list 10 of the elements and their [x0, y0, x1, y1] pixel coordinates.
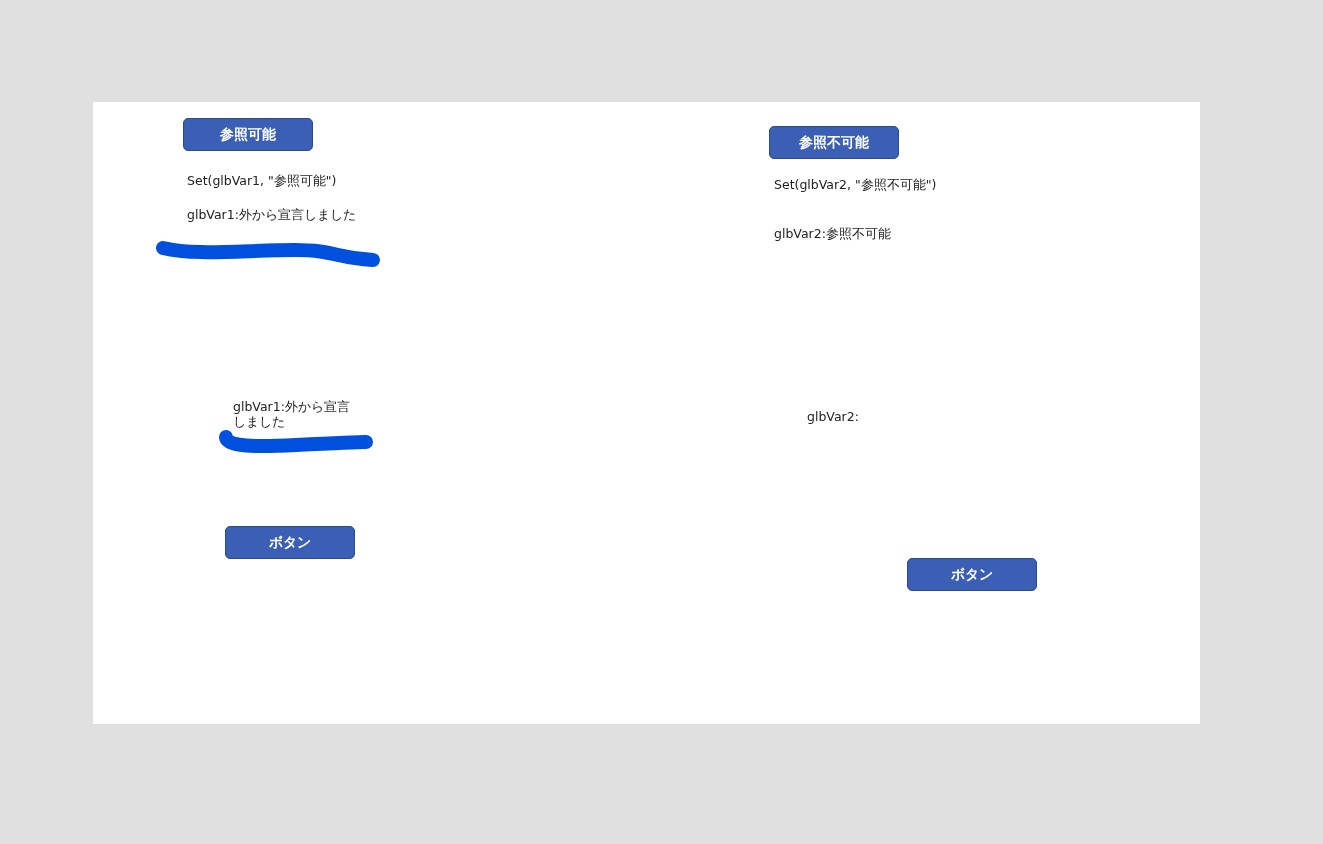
app-button[interactable]: ボタン — [225, 526, 355, 559]
text-label: glbVar1:外から宣言しました — [187, 207, 357, 222]
app-button[interactable]: 参照不可能 — [769, 126, 899, 159]
text-label: Set(glbVar1, "参照可能") — [187, 173, 338, 188]
text-label: glbVar1:外から宣言しました — [233, 399, 351, 429]
app-button[interactable]: ボタン — [907, 558, 1037, 591]
text-label: Set(glbVar2, "参照不可能") — [774, 177, 938, 192]
text-label: glbVar2: — [807, 409, 860, 424]
text-label: glbVar2:参照不可能 — [774, 226, 892, 241]
app-button[interactable]: 参照可能 — [183, 118, 313, 151]
